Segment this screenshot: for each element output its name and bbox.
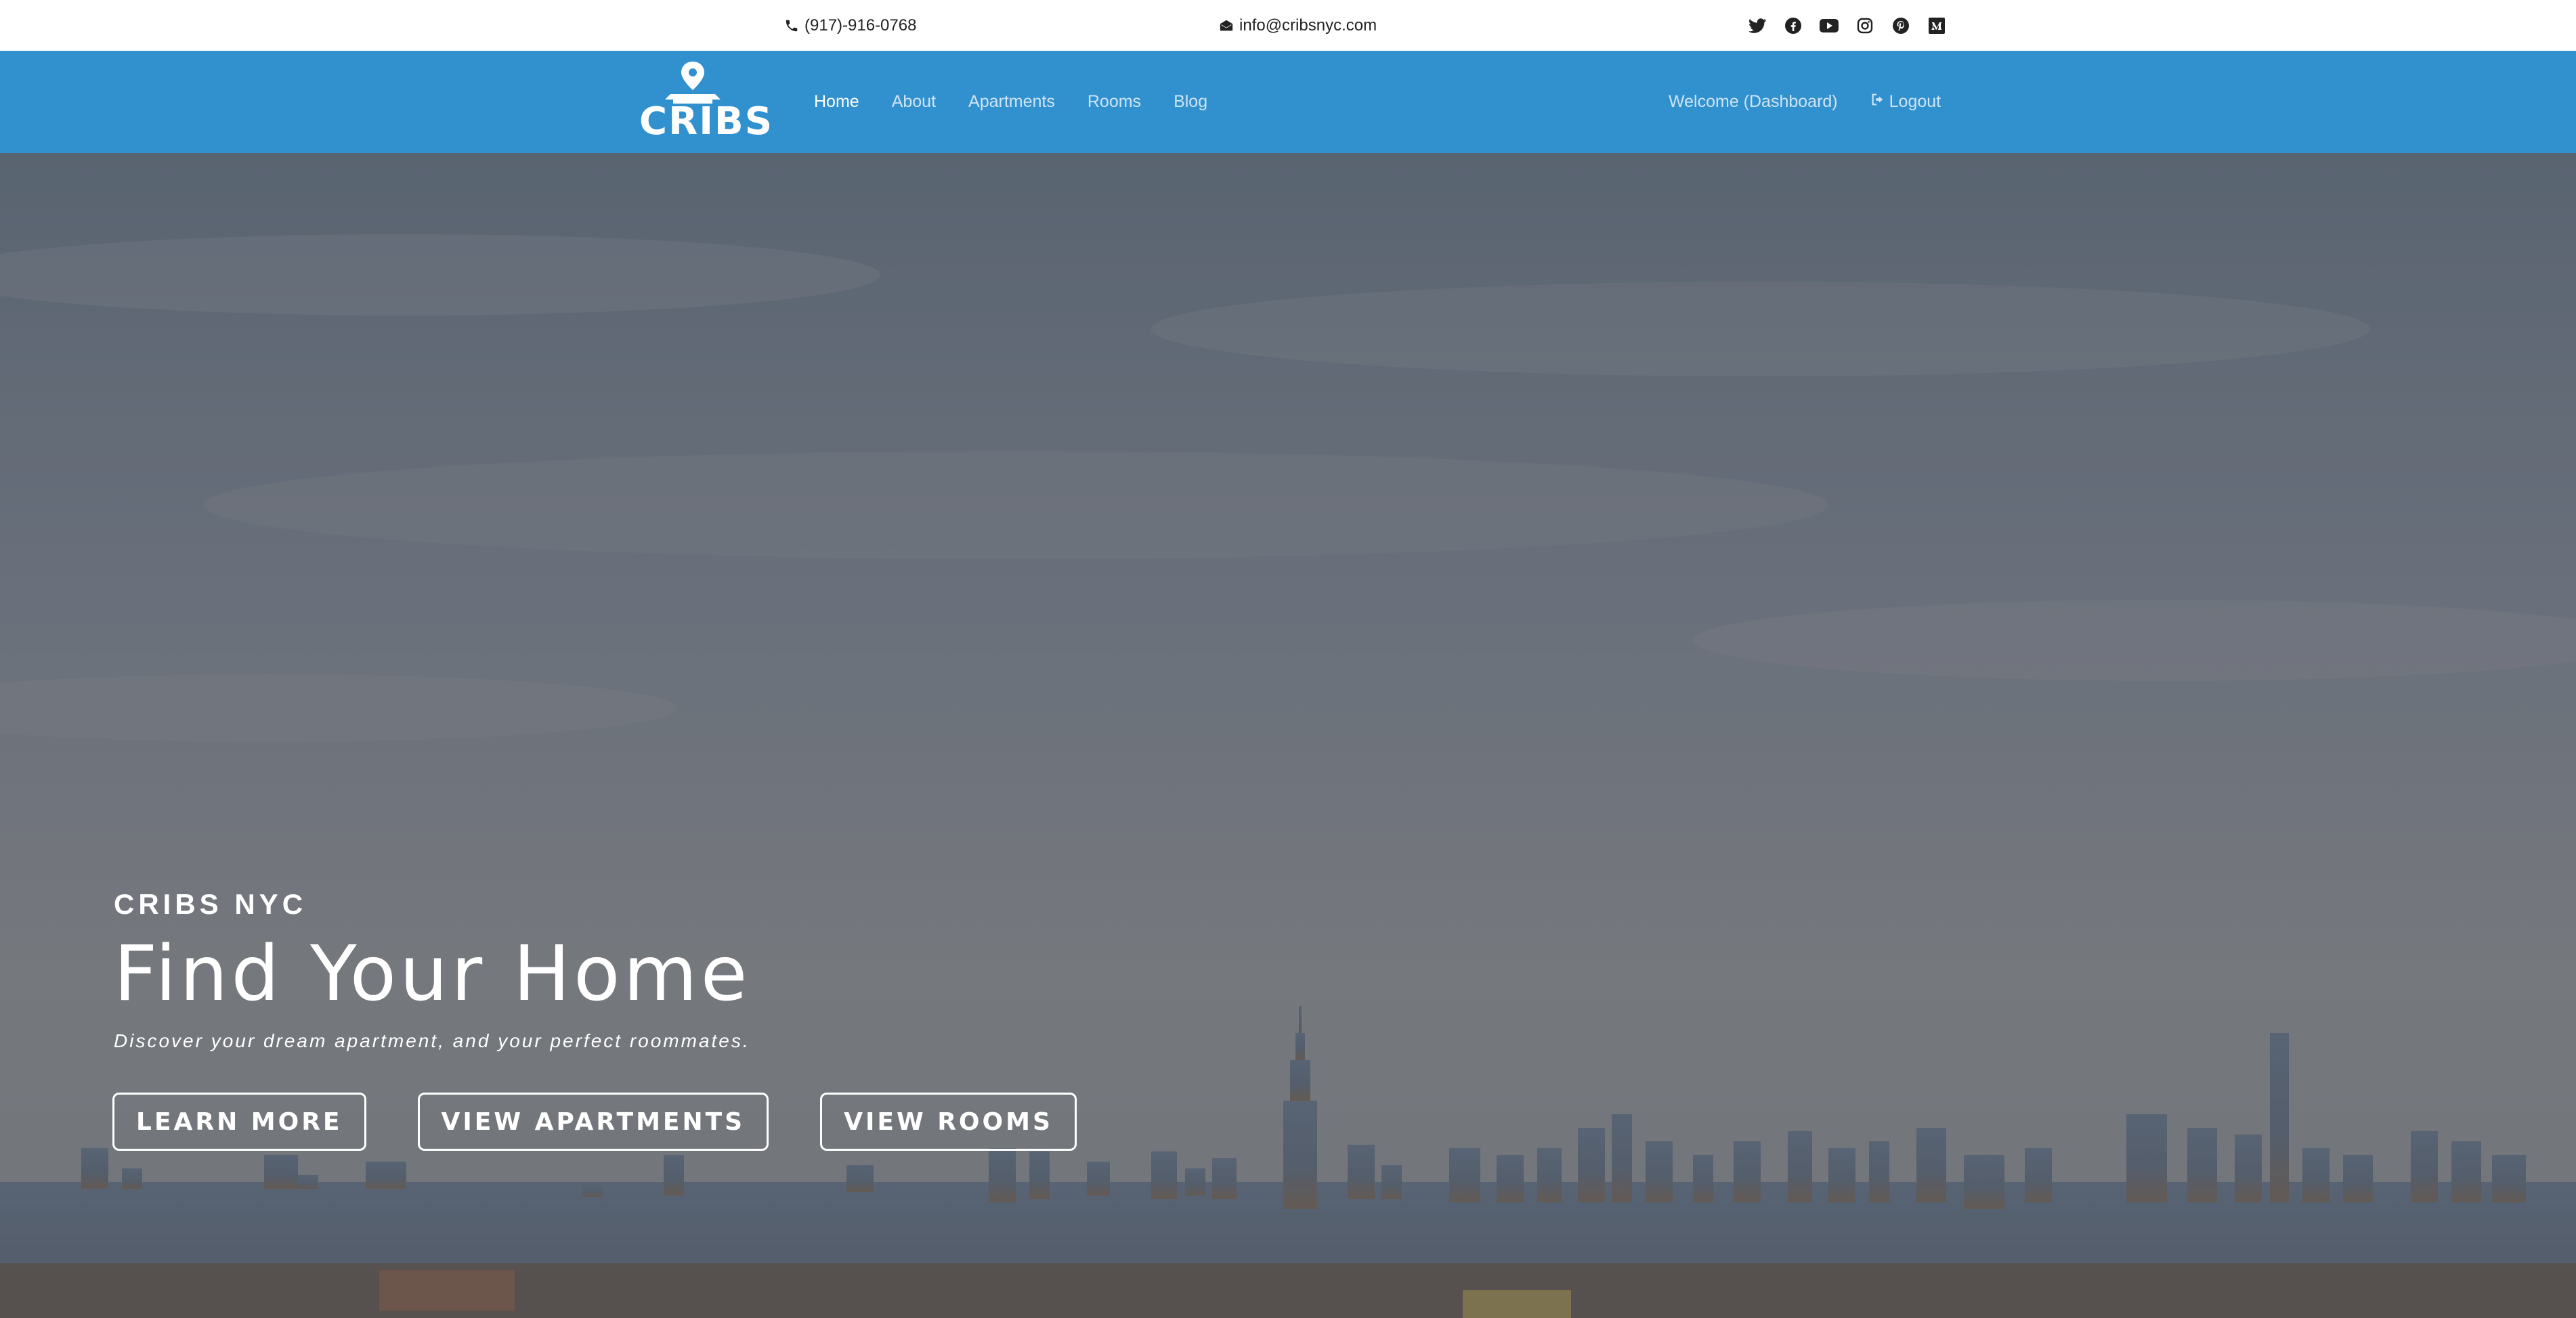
email-address: info@cribsnyc.com [1239, 16, 1377, 35]
hero-subtitle: Discover your dream apartment, and your … [114, 1030, 750, 1051]
phone-number: (917)-916-0768 [804, 16, 917, 35]
view-rooms-button[interactable]: VIEW ROOMS [820, 1093, 1077, 1151]
youtube-icon[interactable] [1819, 16, 1839, 35]
phone-icon [783, 17, 800, 35]
sign-out-icon [1870, 92, 1885, 112]
nav-about[interactable]: About [892, 92, 936, 112]
medium-icon[interactable] [1927, 16, 1946, 35]
email-contact[interactable]: info@cribsnyc.com [1218, 0, 1377, 51]
view-apartments-button[interactable]: VIEW APARTMENTS [417, 1093, 769, 1151]
facebook-icon[interactable] [1783, 16, 1803, 35]
logout-link[interactable]: Logout [1870, 92, 1941, 112]
social-links [1747, 0, 1946, 51]
primary-nav: Home About Apartments Rooms Blog [814, 51, 1207, 153]
user-nav: Welcome (Dashboard) Logout [1669, 51, 1941, 153]
nav-apartments[interactable]: Apartments [968, 92, 1055, 112]
hero-actions: LEARN MORE VIEW APARTMENTS VIEW ROOMS [112, 1093, 1077, 1151]
main-navbar: CRIBS Home About Apartments Rooms Blog W… [0, 51, 2576, 153]
hero-eyebrow: CRIBS NYC [114, 888, 307, 920]
nav-blog[interactable]: Blog [1174, 92, 1207, 112]
instagram-icon[interactable] [1855, 16, 1874, 35]
hero-headline: Find Your Home [114, 930, 751, 1018]
contact-bar: (917)-916-0768 info@cribsnyc.com [0, 0, 2576, 51]
nav-rooms[interactable]: Rooms [1088, 92, 1141, 112]
logo-text: CRIBS [639, 100, 774, 144]
envelope-icon [1218, 17, 1235, 35]
logout-label: Logout [1889, 92, 1941, 111]
cribs-logo[interactable]: CRIBS [639, 60, 774, 144]
nav-home[interactable]: Home [814, 92, 859, 112]
pinterest-icon[interactable] [1891, 16, 1910, 35]
twitter-icon[interactable] [1747, 16, 1767, 35]
learn-more-button[interactable]: LEARN MORE [112, 1093, 366, 1151]
hero-section: CRIBS NYC Find Your Home Discover your d… [0, 153, 2576, 1318]
dashboard-link[interactable]: Welcome (Dashboard) [1669, 92, 1838, 112]
phone-contact[interactable]: (917)-916-0768 [783, 0, 916, 51]
